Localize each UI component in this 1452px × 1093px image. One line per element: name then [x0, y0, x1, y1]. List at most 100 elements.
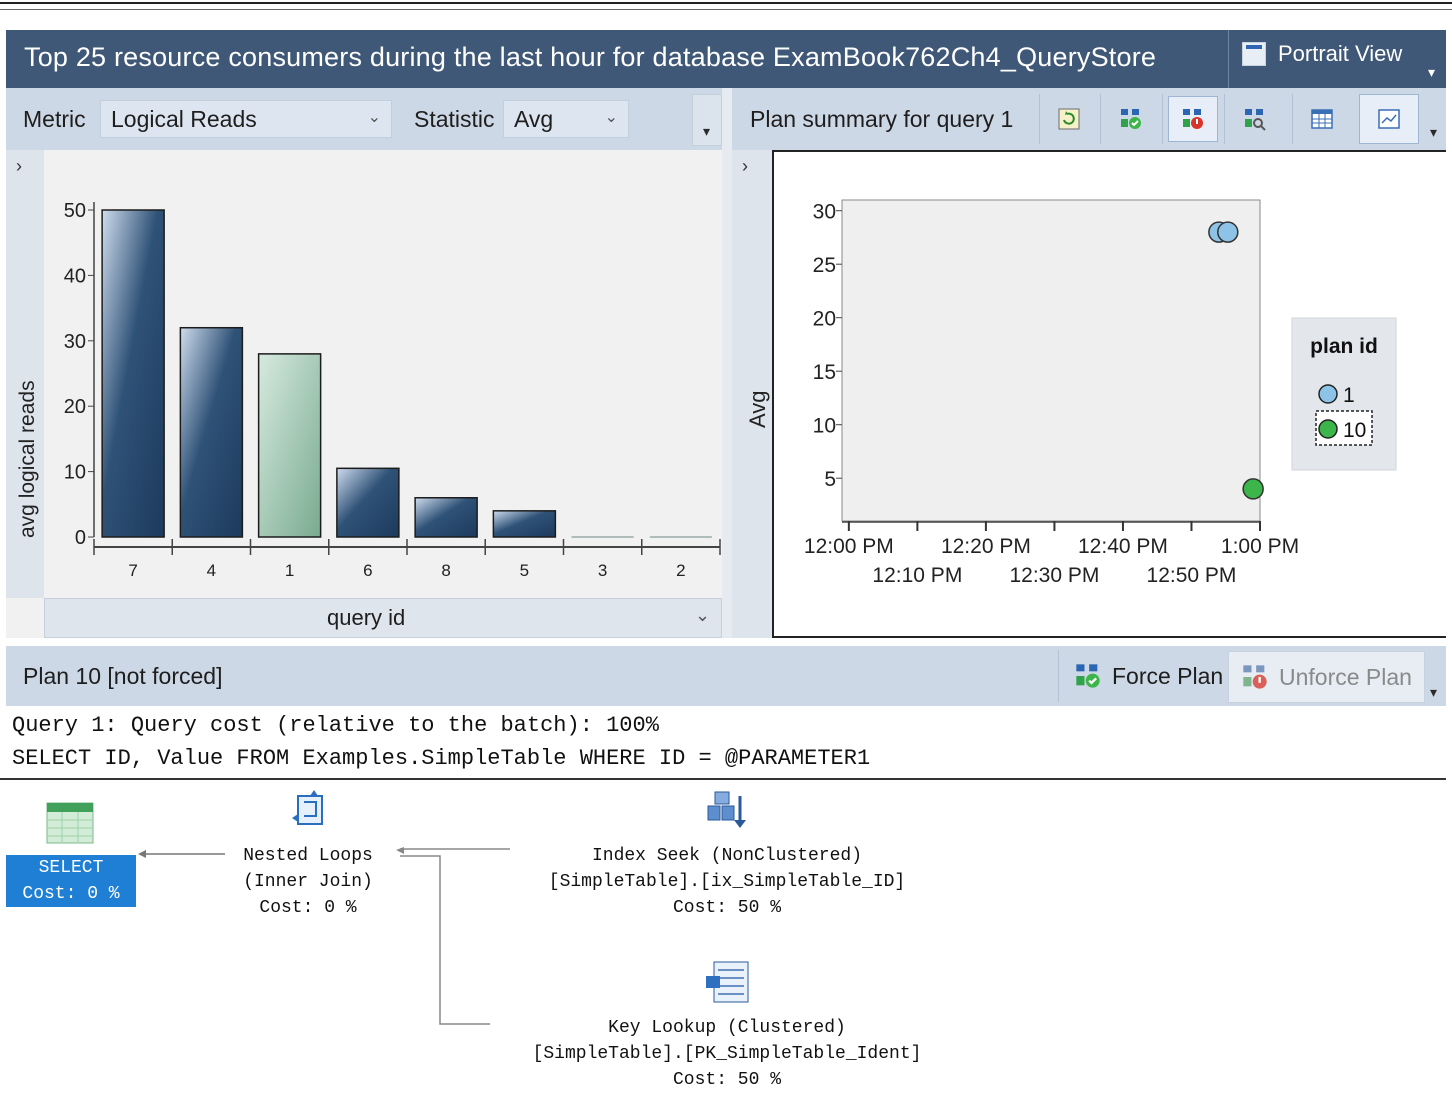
bar-query-7	[101, 209, 165, 538]
force-plan-button[interactable]: Force Plan	[1062, 651, 1235, 701]
title-overflow-icon[interactable]: ▾	[1428, 64, 1435, 81]
force-plan-icon	[1076, 664, 1100, 688]
left-toolbar: Metric Logical Reads ⌄ Statistic Avg ⌄ ▾	[6, 88, 722, 150]
index-seek-node[interactable]: Index Seek (NonClustered) [SimpleTable].…	[510, 843, 944, 921]
index-seek-name: Index Seek (NonClustered)	[591, 846, 863, 866]
nested-loops-name: Nested Loops	[243, 846, 373, 866]
metric-value: Logical Reads	[111, 106, 257, 132]
chevron-down-icon: ⌄	[695, 605, 711, 625]
right-toolbar: Plan summary for query 1 ▾	[732, 88, 1446, 150]
y-tick-label: 10	[64, 462, 86, 484]
plan-status-bar: Plan 10 [not forced] Force Plan Unforce …	[6, 646, 1446, 706]
left-toolbar-overflow-button[interactable]: ▾	[692, 94, 722, 146]
x-tick-label: 12:20 PM	[941, 535, 1031, 558]
plan-summary-title: Plan summary for query 1	[750, 106, 1014, 132]
toolbar-separator	[1162, 94, 1163, 144]
toolbar-separator	[1292, 94, 1293, 144]
key-lookup-cost: Cost: 50 %	[672, 1070, 782, 1090]
grid-view-button[interactable]	[1297, 96, 1347, 142]
pane-splitter[interactable]	[722, 88, 732, 638]
plan-bar-overflow-icon[interactable]: ▾	[1430, 684, 1437, 701]
query-cost-line: Query 1: Query cost (relative to the bat…	[12, 713, 659, 738]
plan-10-point	[1242, 478, 1264, 500]
y-tick-label: 10	[813, 415, 836, 438]
nested-loops-cost: Cost: 0 %	[259, 898, 357, 918]
bar-query-4	[179, 326, 244, 538]
refresh-button[interactable]	[1044, 96, 1094, 142]
y-tick-label: 50	[64, 200, 86, 222]
x-tick-label: 12:30 PM	[1009, 564, 1099, 587]
unforce-plan-button[interactable]: Unforce Plan	[1228, 651, 1425, 703]
bar-query-5	[492, 510, 557, 538]
chevron-down-icon: ⌄	[367, 109, 381, 126]
toolbar-separator	[1039, 94, 1040, 144]
x-tick-label: 12:40 PM	[1078, 535, 1168, 558]
key-lookup-icon	[704, 958, 752, 1006]
statistic-select[interactable]: Avg ⌄	[503, 100, 629, 138]
grid-view-icon	[1311, 109, 1333, 129]
statistic-value: Avg	[514, 106, 554, 132]
metric-label: Metric	[23, 106, 86, 132]
overflow-icon: ▾	[703, 123, 711, 139]
x-tick-label: 12:00 PM	[804, 535, 894, 558]
x-tick-label: 8	[441, 561, 450, 580]
x-tick-label: 4	[207, 561, 216, 580]
x-tick-label: 1	[285, 561, 294, 580]
compare-plans-button[interactable]	[1230, 96, 1280, 142]
nested-loops-node[interactable]: Nested Loops (Inner Join) Cost: 0 %	[228, 843, 388, 921]
metric-select[interactable]: Logical Reads ⌄	[100, 100, 392, 138]
chart-view-icon	[1378, 109, 1400, 129]
select-node[interactable]: SELECT Cost: 0 %	[6, 855, 136, 907]
plan-id-legend: plan id 1 10	[1291, 317, 1397, 471]
bar-query-8	[414, 497, 478, 538]
plot-area	[841, 199, 1261, 522]
chart-view-button[interactable]	[1359, 94, 1419, 144]
refresh-icon	[1058, 108, 1080, 130]
y-tick-label: 25	[813, 254, 836, 277]
compare-plans-icon	[1245, 109, 1266, 131]
portrait-view-icon	[1242, 42, 1266, 66]
bar-chart-ylabel: avg logical reads	[16, 380, 39, 538]
bar-query-1	[257, 353, 322, 538]
y-tick-label: 40	[64, 265, 86, 287]
y-tick-label: 30	[64, 331, 86, 353]
x-tick-label: 7	[128, 561, 137, 580]
nested-loops-sub: (Inner Join)	[243, 872, 373, 892]
report-title: Top 25 resource consumers during the las…	[24, 42, 1157, 72]
query-id-label: query id	[327, 605, 406, 630]
y-tick-label: 5	[824, 468, 836, 491]
toolbar-separator	[1224, 94, 1225, 144]
status-separator	[1058, 650, 1059, 702]
report-title-bar: Top 25 resource consumers during the las…	[6, 30, 1446, 88]
bar-chart: avg logical reads 0 10 20 30 40 50 7 4 1 6 8 5 3 2	[16, 200, 721, 580]
right-toolbar-overflow-icon[interactable]: ▾	[1430, 124, 1437, 141]
index-seek-cost: Cost: 50 %	[672, 898, 782, 918]
top-border	[0, 2, 1452, 10]
unforce-plan-toolbar-button[interactable]	[1168, 96, 1218, 142]
key-lookup-name: Key Lookup (Clustered)	[608, 1018, 846, 1038]
portrait-view-button[interactable]: Portrait View	[1242, 41, 1402, 67]
unforce-plan-icon	[1183, 109, 1203, 129]
query-id-bar[interactable]: query id ⌄	[44, 598, 722, 638]
x-tick-label: 1:00 PM	[1221, 535, 1299, 558]
legend-title: plan id	[1310, 335, 1378, 358]
select-node-name: SELECT	[38, 858, 104, 878]
toolbar-separator	[1100, 94, 1101, 144]
force-plan-toolbar-button[interactable]	[1106, 96, 1156, 142]
legend-marker	[1318, 419, 1338, 439]
chevron-down-icon: ⌄	[604, 109, 618, 126]
legend-marker	[1318, 384, 1338, 404]
scatter-chart: Avg 5 10 15 20 25 30 12:00 PM 12:20 PM 12:40 PM 1…	[745, 199, 1397, 587]
x-tick-label: 3	[598, 561, 607, 580]
y-tick-label: 30	[813, 201, 836, 224]
legend-label: 1	[1343, 384, 1355, 407]
bar-query-6	[336, 467, 400, 538]
legend-label: 10	[1343, 419, 1366, 442]
statistic-label: Statistic	[414, 106, 495, 132]
scatter-ylabel: Avg	[745, 390, 770, 428]
nested-loops-icon	[288, 788, 332, 834]
plan-status: Plan 10 [not forced]	[23, 663, 223, 689]
x-tick-label: 12:10 PM	[872, 564, 962, 587]
key-lookup-node[interactable]: Key Lookup (Clustered) [SimpleTable].[PK…	[490, 1015, 964, 1093]
key-lookup-sub: [SimpleTable].[PK_SimpleTable_Ident]	[532, 1044, 922, 1064]
